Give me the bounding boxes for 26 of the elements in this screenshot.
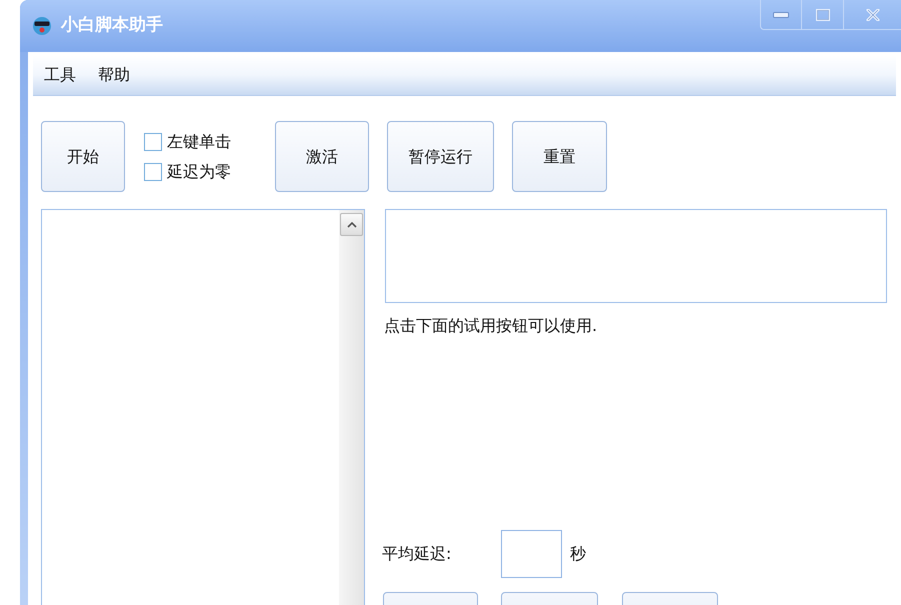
checkbox-label: 延迟为零: [167, 162, 231, 182]
toolbar-button[interactable]: 暂停运行: [387, 121, 494, 192]
delay-label: 平均延迟:: [382, 544, 452, 564]
checkbox-label: 左键单击: [167, 132, 231, 152]
maximize-button[interactable]: [801, 0, 843, 30]
minimize-button[interactable]: [760, 0, 801, 30]
close-button[interactable]: [843, 0, 901, 30]
maximize-icon: [816, 8, 830, 20]
checkbox[interactable]: [144, 132, 162, 150]
delay-input[interactable]: [501, 530, 562, 578]
minimize-icon: [773, 12, 789, 18]
checkbox[interactable]: [144, 162, 162, 180]
close-icon: [866, 8, 880, 20]
toolbar-button[interactable]: 激活: [275, 121, 369, 192]
window-title: 小白脚本助手: [61, 14, 163, 38]
scroll-up-button[interactable]: [340, 213, 363, 236]
chevron-up-icon: [346, 222, 356, 228]
hint-text: 点击下面的试用按钮可以使用.: [384, 316, 598, 336]
menu-item[interactable]: 工具: [43, 65, 77, 85]
toolbar-button[interactable]: 开始: [41, 121, 125, 192]
scrollbar[interactable]: [339, 210, 364, 605]
cartoon-face-icon: [32, 16, 52, 36]
unit-label: 秒: [570, 544, 586, 564]
toolbar-button[interactable]: 重置: [512, 121, 607, 192]
message-field[interactable]: [385, 209, 887, 303]
menu-item[interactable]: 帮助: [97, 65, 131, 85]
